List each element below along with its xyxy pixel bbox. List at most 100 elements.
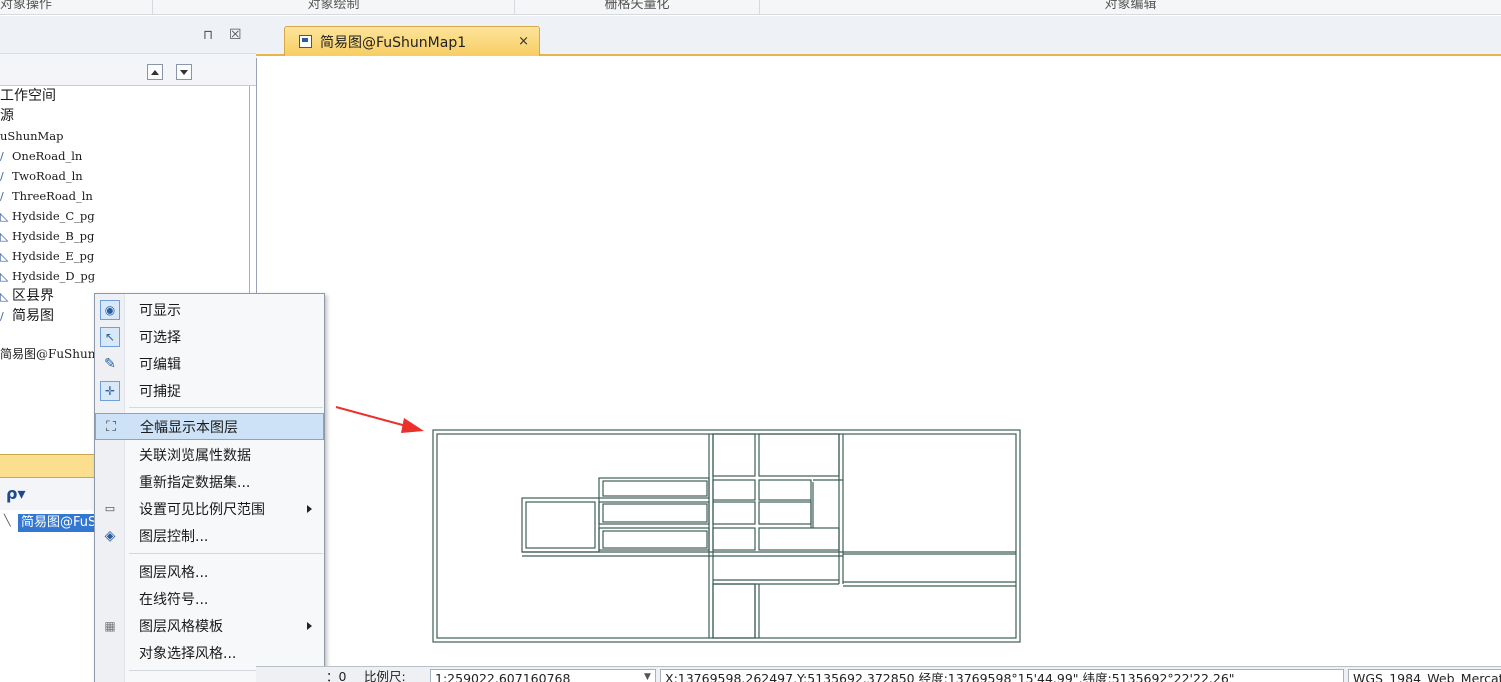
menu-item-label: 全幅显示本图层 xyxy=(140,419,238,436)
menu-item-selection-style[interactable]: 对象选择风格... xyxy=(95,639,324,666)
block xyxy=(712,527,756,551)
block xyxy=(598,501,710,525)
menu-item-online-symbols[interactable]: 在线符号... xyxy=(95,585,324,612)
block xyxy=(758,527,840,551)
menu-item-browse-attributes[interactable]: 关联浏览属性数据 xyxy=(95,441,324,468)
menu-item-label: 可捕捉 xyxy=(139,383,181,400)
tree-node-dataset[interactable]: / OneRoad_ln xyxy=(0,146,82,166)
tree-node-label: TwoRoad_ln xyxy=(12,169,83,183)
snap-icon: ✛ xyxy=(100,380,120,401)
tree-node-datasources[interactable]: 源 xyxy=(0,106,14,126)
tab-map-document[interactable]: 简易图@FuShunMap1 × xyxy=(284,26,540,56)
menu-item-style-template[interactable]: ▦ 图层风格模板 xyxy=(95,612,324,639)
pencil-icon: ✎ xyxy=(104,355,116,372)
menu-item-respecify-dataset[interactable]: 重新指定数据集... xyxy=(95,468,324,495)
tree-node-dataset[interactable]: ◺ Hydside_C_pg xyxy=(0,206,95,226)
tree-node-dataset[interactable]: ◺ 区县界 xyxy=(0,286,54,306)
document-tab-strip: 简易图@FuShunMap1 × xyxy=(256,16,1501,56)
submenu-arrow-icon xyxy=(307,621,312,630)
line-icon: / xyxy=(0,310,4,323)
map-window-icon xyxy=(299,35,312,48)
tab-label: 简易图@FuShunMap1 xyxy=(320,34,467,51)
tree-node-label: Hydside_B_pg xyxy=(12,229,95,243)
region-icon: ◺ xyxy=(0,250,9,263)
menu-item-editable[interactable]: ✎ 可编辑 xyxy=(95,350,324,377)
tree-node-label: ThreeRoad_ln xyxy=(12,189,93,203)
tree-node-dataset[interactable]: / TwoRoad_ln xyxy=(0,166,83,186)
line-icon: / xyxy=(0,150,4,163)
eye-icon: ◉ xyxy=(100,299,120,320)
ribbon-group-bar: 对象操作 对象绘制 栅格矢量化 对象编辑 xyxy=(0,0,1501,15)
tree-node-label: 简易图 xyxy=(12,308,54,324)
tree-node-dataset[interactable]: ◺ Hydside_B_pg xyxy=(0,226,94,246)
menu-item-full-extent[interactable]: ⛶ 全幅显示本图层 xyxy=(95,413,324,440)
tree-node-label: Hydside_C_pg xyxy=(12,209,95,223)
tree-node-label: Hydside_D_pg xyxy=(12,269,96,283)
tree-node-label: 区县界 xyxy=(12,288,54,304)
scale-value: 1:259022.607160768 xyxy=(435,671,571,682)
tree-node-workspace[interactable]: 工作空间 xyxy=(0,86,56,106)
block xyxy=(758,501,812,525)
menu-item-visible-scale-range[interactable]: ▭ 设置可见比例尺范围 xyxy=(95,495,324,522)
map-canvas[interactable] xyxy=(256,58,1501,666)
menu-item-label: 设置可见比例尺范围 xyxy=(139,501,265,518)
style-template-icon: ▦ xyxy=(104,618,116,633)
line-icon: / xyxy=(0,190,4,203)
block xyxy=(758,479,812,501)
block xyxy=(602,530,708,549)
projection-readout[interactable]: WGS_1984_Web_Mercat xyxy=(1348,669,1501,682)
menu-item-snappable[interactable]: ✛ 可捕捉 xyxy=(95,377,324,404)
coordinate-readout: X:13769598.262497,Y:5135692.372850 经度:13… xyxy=(660,669,1344,682)
pin-icon[interactable]: ⊓ xyxy=(203,28,213,43)
region-icon: ◺ xyxy=(0,210,9,223)
tree-node-dataset[interactable]: / 简易图 xyxy=(0,306,54,326)
map-geometry xyxy=(432,429,1021,643)
tree-line-icon: ╲ xyxy=(4,514,11,527)
tree-node-label: 工作空间 xyxy=(0,88,56,104)
menu-item-visible[interactable]: ◉ 可显示 xyxy=(95,296,324,323)
map-outline-inner xyxy=(436,433,1017,639)
close-icon[interactable]: × xyxy=(518,34,529,49)
submenu-arrow-icon xyxy=(307,504,312,513)
menu-item-selectable[interactable]: ↖ 可选择 xyxy=(95,323,324,350)
tree-node-label: 简易图@FuShunM xyxy=(0,347,108,361)
chevron-down-icon[interactable]: ▼ xyxy=(644,667,651,682)
status-bar: ：0 比例尺: 1:259022.607160768 ▼ X:13769598.… xyxy=(256,666,1501,682)
tree-node-dataset[interactable]: ◺ Hydside_E_pg xyxy=(0,246,94,266)
block xyxy=(712,583,756,639)
menu-item-label: 图层风格... xyxy=(139,564,209,581)
chevron-up-icon xyxy=(151,69,159,75)
menu-item-label: 在线符号... xyxy=(139,591,209,608)
menu-item-layer-control[interactable]: ◈ 图层控制... xyxy=(95,522,324,549)
tree-node-map[interactable]: 简易图@FuShunM xyxy=(0,344,108,364)
block xyxy=(602,480,708,497)
cursor-icon: ↖ xyxy=(100,326,120,347)
ribbon-group-object-draw: 对象绘制 xyxy=(153,0,515,14)
ribbon-group-raster-vectorize: 栅格矢量化 xyxy=(515,0,760,14)
coordinate-text: X:13769598.262497,Y:5135692.372850 经度:13… xyxy=(665,671,1235,682)
move-down-button[interactable] xyxy=(176,64,192,80)
menu-item-label: 关联浏览属性数据 xyxy=(139,447,251,464)
layers-icon: ◈ xyxy=(104,527,116,544)
map-outline-outer xyxy=(432,429,1021,643)
tree-node-label: uShunMap xyxy=(0,129,64,143)
menu-separator xyxy=(129,553,323,554)
move-up-button[interactable] xyxy=(147,64,163,80)
close-icon[interactable]: ☒ xyxy=(229,27,242,43)
tree-node-dataset[interactable]: ◺ Hydside_D_pg xyxy=(0,266,95,286)
line-icon: / xyxy=(0,170,4,183)
search-icon[interactable]: ρ▾ xyxy=(6,484,25,503)
region-icon: ◺ xyxy=(0,230,9,243)
scale-combobox[interactable]: 1:259022.607160768 xyxy=(430,669,656,682)
menu-item-label: 重新指定数据集... xyxy=(139,474,251,491)
menu-item-label: 可显示 xyxy=(139,302,181,319)
tree-node-datasource[interactable]: uShunMap xyxy=(0,126,64,146)
tree-node-dataset[interactable]: / ThreeRoad_ln xyxy=(0,186,93,206)
menu-item-layer-style[interactable]: 图层风格... xyxy=(95,558,324,585)
tree-node-label: 源 xyxy=(0,108,14,124)
layer-item-selected[interactable]: 简易图@FuShunMap1 xyxy=(18,514,98,532)
region-icon: ◺ xyxy=(0,290,9,303)
menu-item-label: 图层风格模板 xyxy=(139,618,223,635)
road-network xyxy=(432,429,1021,643)
status-fragment: ：0 xyxy=(326,669,347,682)
